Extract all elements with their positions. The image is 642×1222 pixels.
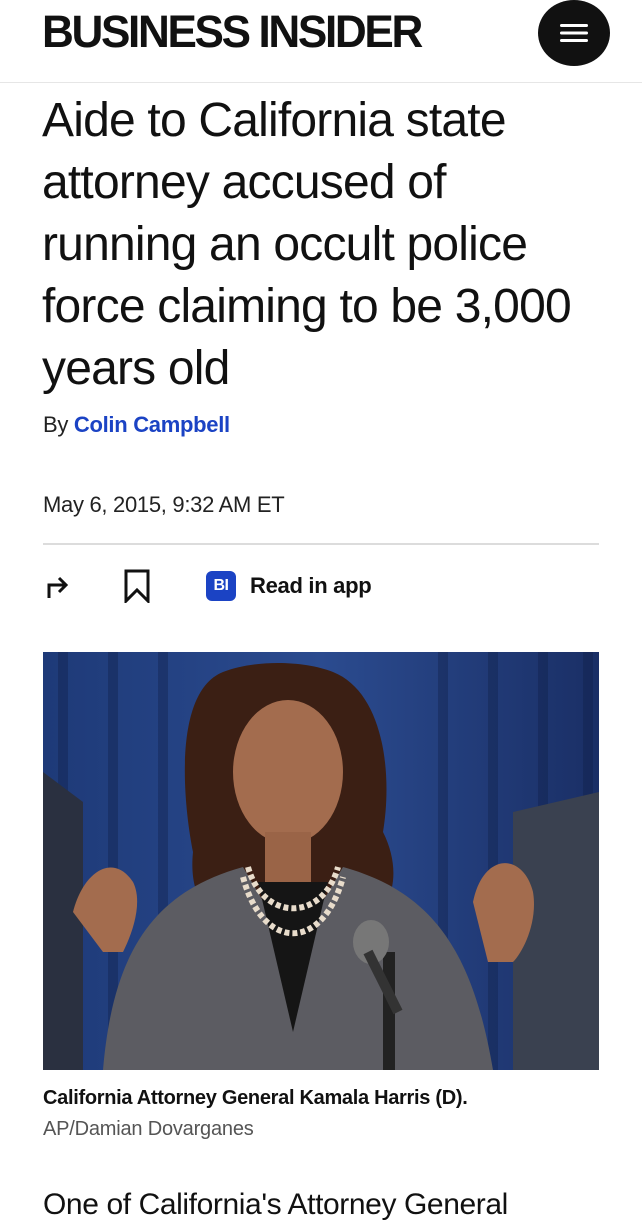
bookmark-icon xyxy=(124,569,150,603)
share-arrow-icon xyxy=(47,576,69,598)
menu-button[interactable] xyxy=(538,0,610,66)
photo-caption: California Attorney General Kamala Harri… xyxy=(43,1087,468,1109)
site-header: BUSINESS INSIDER xyxy=(0,0,642,83)
hamburger-menu-icon xyxy=(560,24,588,42)
article-headline: Aide to California state attorney accuse… xyxy=(42,94,572,395)
publish-date: May 6, 2015, 9:32 AM ET xyxy=(43,492,285,517)
read-in-app-label: Read in app xyxy=(250,573,372,598)
share-button[interactable] xyxy=(43,566,79,606)
photo-credit: AP/Damian Dovarganes xyxy=(43,1118,254,1140)
byline-prefix: By xyxy=(43,412,69,437)
article-body-first-line: One of California's Attorney General xyxy=(43,1188,508,1221)
bookmark-button[interactable] xyxy=(122,566,158,606)
site-logo[interactable]: BUSINESS INSIDER xyxy=(42,8,423,56)
article-photo xyxy=(43,652,599,1070)
divider xyxy=(43,543,599,545)
byline: By Colin Campbell xyxy=(43,412,230,438)
author-link[interactable]: Colin Campbell xyxy=(74,412,230,437)
read-in-app-button[interactable]: BI Read in app xyxy=(206,566,372,606)
bi-app-icon: BI xyxy=(206,571,236,601)
